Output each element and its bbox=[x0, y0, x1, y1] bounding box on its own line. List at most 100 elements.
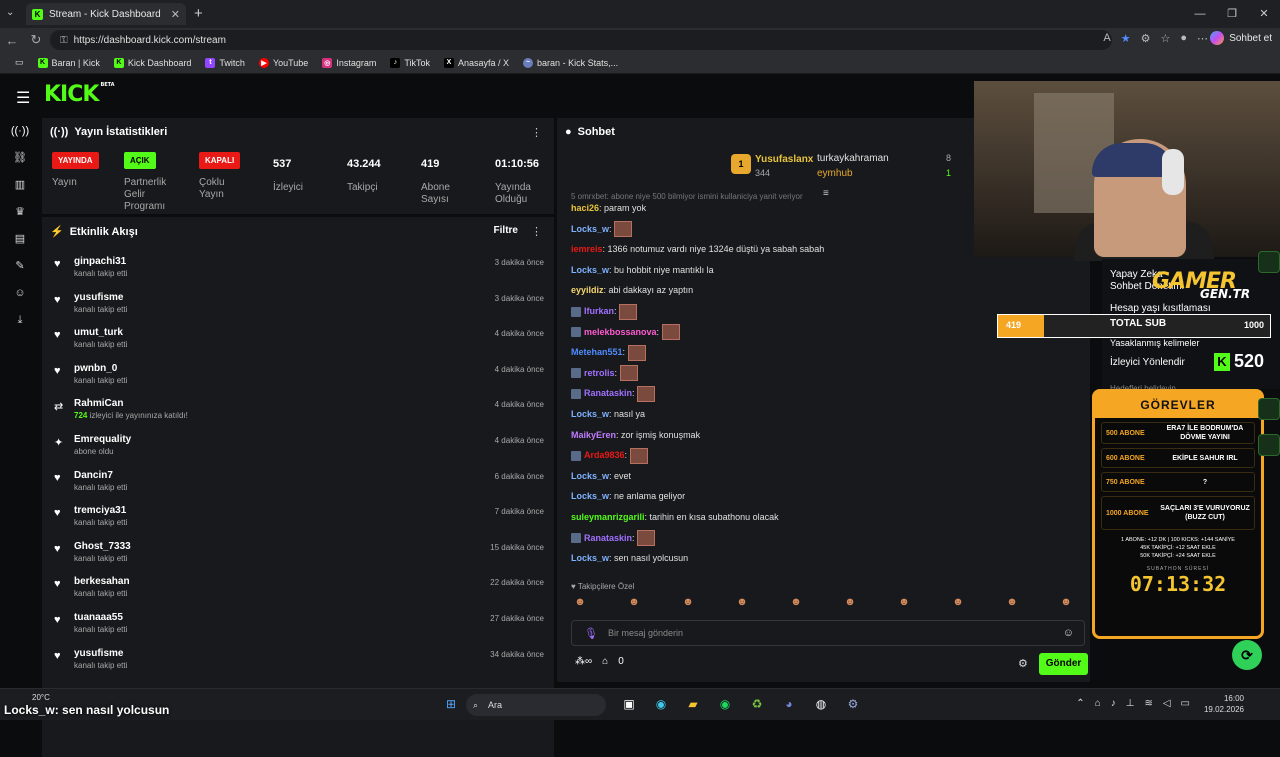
hamburger-menu-icon[interactable]: ☰ bbox=[16, 88, 30, 108]
trophy-icon[interactable]: ♛ bbox=[0, 199, 40, 226]
weather-widget[interactable]: 20°C bbox=[32, 693, 50, 702]
chat-username[interactable]: melekbossanova bbox=[584, 327, 657, 337]
tray-chevron-icon[interactable]: ⌃ bbox=[1076, 698, 1084, 709]
more-menu-icon[interactable]: ⋯ bbox=[1197, 32, 1208, 45]
activity-username[interactable]: Ghost_7333 bbox=[74, 540, 554, 553]
send-button[interactable]: Gönder bbox=[1039, 653, 1088, 675]
chat-username[interactable]: Ifurkan bbox=[584, 306, 614, 316]
activity-item[interactable]: ⇄ RahmiCan 724 izleyici ile yayınınıza kat… bbox=[42, 394, 554, 430]
bookmark-item[interactable]: ♪ TikTok bbox=[383, 57, 437, 68]
avatar[interactable]: ☻ bbox=[625, 596, 643, 614]
activity-username[interactable]: pwnbn_0 bbox=[74, 362, 554, 375]
support-fab-icon[interactable]: ⟳ bbox=[1232, 640, 1262, 670]
profile-avatar-icon[interactable]: ● bbox=[1180, 32, 1187, 45]
refresh-icon[interactable]: ↻ bbox=[24, 32, 48, 48]
overlay-toggle-icon[interactable] bbox=[1258, 398, 1280, 420]
chat-username[interactable]: MaikyEren bbox=[571, 430, 616, 440]
chat-username[interactable]: retrolis bbox=[584, 368, 615, 378]
bookmark-item[interactable]: ▶ YouTube bbox=[252, 57, 315, 68]
chat-username[interactable]: eyyildiz bbox=[571, 285, 604, 295]
chat-username[interactable]: Arda9836 bbox=[584, 450, 625, 460]
activity-username[interactable]: ginpachi31 bbox=[74, 255, 554, 268]
activity-username[interactable]: berkesahan bbox=[74, 575, 554, 588]
chat-username[interactable]: haci26 bbox=[571, 203, 599, 213]
activity-item[interactable]: ✦ Emrequality abone oldu 4 dakika önce bbox=[42, 430, 554, 466]
activity-item[interactable]: ♥ yusufisme kanalı takip etti 34 dakika önc… bbox=[42, 644, 554, 680]
bookmark-item[interactable]: ◎ Instagram bbox=[315, 57, 383, 68]
explorer-icon[interactable]: ▰ bbox=[682, 693, 704, 715]
activity-username[interactable]: tuanaaa55 bbox=[74, 611, 554, 624]
leaderboard-third-name[interactable]: eymhub bbox=[817, 168, 853, 179]
bookmark-item[interactable]: X Anasayfa / X bbox=[437, 57, 516, 68]
windows-start-icon[interactable]: ⊞ bbox=[440, 693, 462, 715]
chat-username[interactable]: Ranataskin bbox=[584, 533, 632, 543]
infinity-icon[interactable]: ⁂∞ bbox=[575, 656, 592, 667]
edge-icon[interactable]: ◉ bbox=[650, 693, 672, 715]
chat-username[interactable]: Locks_w bbox=[571, 553, 609, 563]
app-icon[interactable]: ♻ bbox=[746, 693, 768, 715]
extensions-icon[interactable]: ⚙ bbox=[1141, 32, 1151, 45]
battery-icon[interactable]: ▭ bbox=[1181, 698, 1190, 709]
avatar[interactable]: ☻ bbox=[679, 596, 697, 614]
activity-username[interactable]: Emrequality bbox=[74, 433, 554, 446]
steam-icon[interactable]: ⚙ bbox=[842, 693, 864, 715]
wifi-icon[interactable]: ≋ bbox=[1144, 698, 1152, 709]
bookmarks-menu-icon[interactable]: ▭ bbox=[8, 57, 31, 68]
bookmark-item[interactable]: t Twitch bbox=[198, 57, 252, 68]
bookmark-item[interactable]: K Baran | Kick bbox=[31, 57, 107, 68]
chat-username[interactable]: suleymanrizgarili bbox=[571, 512, 645, 522]
emoji-icon[interactable]: ☺ bbox=[1063, 627, 1074, 639]
activity-username[interactable]: RahmiCan bbox=[74, 397, 554, 410]
stats-menu-icon[interactable]: ⋮ bbox=[531, 126, 542, 139]
analytics-icon[interactable]: ▥ bbox=[0, 172, 40, 199]
browser-tab-active[interactable]: K Stream - Kick Dashboard ✕ bbox=[26, 3, 186, 25]
activity-item[interactable]: ♥ Dancin7 kanalı takip etti 6 dakika önce bbox=[42, 466, 554, 502]
overlay-toggle-icon[interactable] bbox=[1258, 251, 1280, 273]
copilot-button[interactable]: Sohbet et bbox=[1210, 31, 1272, 45]
avatar[interactable]: ☻ bbox=[949, 596, 967, 614]
activity-item[interactable]: ♥ umut_turk kanalı takip etti 4 dakika önce bbox=[42, 323, 554, 359]
activity-username[interactable]: yusufisme bbox=[74, 647, 554, 660]
activity-username[interactable]: umut_turk bbox=[74, 326, 554, 339]
activity-username[interactable]: tremciya31 bbox=[74, 504, 554, 517]
tools-icon[interactable]: ✎ bbox=[0, 253, 40, 280]
activity-menu-icon[interactable]: ⋮ bbox=[531, 225, 542, 238]
speaker-icon[interactable]: ◁ bbox=[1163, 698, 1171, 709]
read-aloud-icon[interactable]: A bbox=[1103, 32, 1110, 45]
avatar[interactable]: ☻ bbox=[733, 596, 751, 614]
activity-item[interactable]: ♥ pwnbn_0 kanalı takip etti 4 dakika önce bbox=[42, 359, 554, 395]
activity-item[interactable]: ♥ yusufisme kanalı takip etti 3 dakika önce bbox=[42, 288, 554, 324]
leaderboard-top-name[interactable]: Yusufaslanx bbox=[755, 154, 813, 165]
download-icon[interactable]: ⤓ bbox=[0, 307, 40, 334]
filter-button[interactable]: Filtre bbox=[494, 225, 518, 236]
system-clock[interactable]: 16:00 19.02.2026 bbox=[1204, 693, 1244, 715]
gift-icon[interactable]: ⌂ bbox=[602, 656, 608, 667]
chat-settings-icon[interactable]: ⚙ bbox=[1018, 657, 1028, 670]
taskbar-search[interactable]: ⌕ Ara bbox=[466, 694, 606, 716]
chat-username[interactable]: Locks_w bbox=[571, 471, 609, 481]
mic-icon[interactable]: ⊥ bbox=[1126, 698, 1135, 709]
avatar[interactable]: ☻ bbox=[787, 596, 805, 614]
activity-item[interactable]: ♥ tremciya31 kanalı takip etti 7 dakika önc… bbox=[42, 501, 554, 537]
activity-item[interactable]: ♥ tuanaaa55 kanalı takip etti 27 dakika önc… bbox=[42, 608, 554, 644]
stream-icon[interactable]: ((·)) bbox=[0, 118, 40, 145]
close-window-icon[interactable]: ✕ bbox=[1248, 0, 1280, 28]
chat-username[interactable]: Locks_w bbox=[571, 491, 609, 501]
bookmark-item[interactable]: K Kick Dashboard bbox=[107, 57, 199, 68]
link-icon[interactable]: ⛓ bbox=[0, 145, 40, 172]
chat-username[interactable]: Locks_w bbox=[571, 224, 609, 234]
network-icon[interactable]: ⌂ bbox=[1095, 698, 1101, 709]
discord-icon[interactable]: ◕ bbox=[778, 693, 800, 715]
overlay-toggle-icon[interactable] bbox=[1258, 434, 1280, 456]
chat-input[interactable]: 🎙 Bir mesaj gönderin ☺ bbox=[571, 620, 1085, 646]
avatar[interactable]: ☻ bbox=[895, 596, 913, 614]
bookmark-item[interactable]: ~ baran - Kick Stats,... bbox=[516, 57, 625, 68]
avatar[interactable]: ☻ bbox=[841, 596, 859, 614]
back-icon[interactable]: ← bbox=[0, 33, 24, 48]
new-tab-icon[interactable]: + bbox=[194, 5, 203, 22]
chat-username[interactable]: Metehan551 bbox=[571, 347, 623, 357]
leaderboard-second-name[interactable]: turkaykahraman bbox=[817, 153, 889, 164]
activity-username[interactable]: Dancin7 bbox=[74, 469, 554, 482]
restore-icon[interactable]: ❐ bbox=[1216, 0, 1248, 28]
chrome-icon[interactable]: ◍ bbox=[810, 693, 832, 715]
